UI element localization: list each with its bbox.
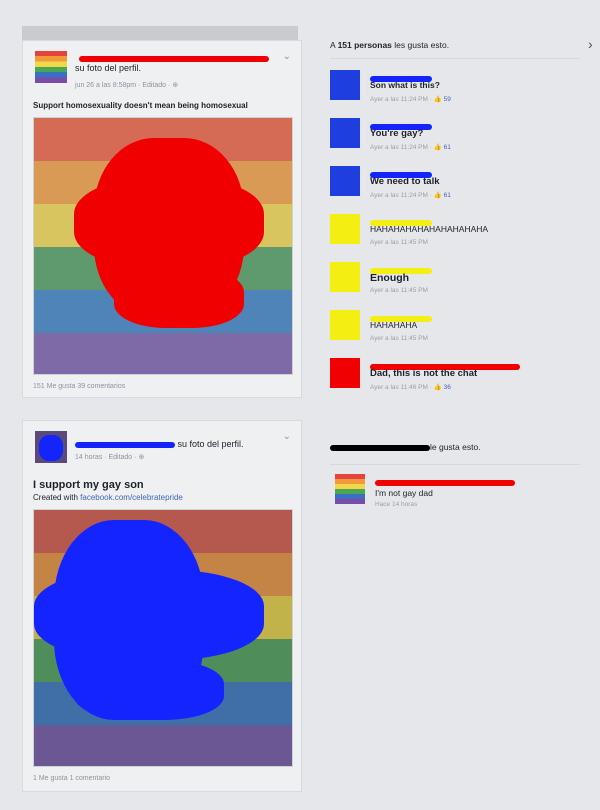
post-card-1: su foto del perfil. jun 26 a las 8:58pm …: [22, 40, 302, 398]
redaction-scribble: [34, 570, 264, 660]
redacted-name: [375, 479, 515, 486]
post-timestamp[interactable]: 14 horas · Editado ·: [75, 454, 136, 461]
redacted-name: [75, 441, 175, 448]
avatar[interactable]: [330, 166, 360, 196]
comment-meta: Ayer a las 11:24 PM · 👍 61: [370, 144, 451, 151]
avatar[interactable]: [330, 214, 360, 244]
avatar[interactable]: [330, 262, 360, 292]
redacted-name: [330, 444, 430, 451]
avatar[interactable]: [330, 310, 360, 340]
comment-item: Dad, this is not the chat Ayer a las 11:…: [330, 358, 580, 398]
thumbs-up-icon: 👍: [433, 96, 442, 103]
comment-item: Enough Ayer a las 11:45 PM: [330, 262, 580, 302]
profile-photo[interactable]: [33, 509, 293, 767]
comment-text: I'm not gay dad: [375, 488, 433, 498]
comment-item: I'm not gay dad Hace 14 horas: [335, 474, 585, 514]
post-timestamp[interactable]: jun 26 a las 8:58pm · Editado ·: [75, 82, 170, 89]
post-action-text: su foto del perfil.: [75, 63, 142, 73]
likes-summary[interactable]: le gusta esto.: [330, 442, 481, 452]
post-author-line: su foto del perfil.: [75, 53, 269, 73]
post-action-text: su foto del perfil.: [177, 439, 244, 449]
comment-item: HAHAHAHAHAHAHAHAHAHA Ayer a las 11:45 PM: [330, 214, 580, 254]
comment-item: HAHAHAHA Ayer a las 11:45 PM: [330, 310, 580, 350]
comment-text: Dad, this is not the chat: [370, 368, 478, 379]
divider: [330, 58, 580, 59]
comment-item: You're gay? Ayer a las 11:24 PM · 👍 61: [330, 118, 580, 158]
post-stats[interactable]: 151 Me gusta 39 comentarios: [33, 383, 125, 390]
celebratepride-link[interactable]: facebook.com/celebratepride: [80, 493, 183, 502]
redacted-name: [79, 55, 269, 62]
post-meta: 14 horas · Editado · ⊕: [75, 453, 144, 461]
chevron-down-icon[interactable]: ⌄: [283, 431, 291, 442]
chevron-right-icon[interactable]: ›: [588, 36, 593, 52]
post-stats[interactable]: 1 Me gusta 1 comentario: [33, 775, 110, 782]
redaction-scribble: [74, 660, 224, 720]
comment-text: Enough: [370, 272, 410, 284]
comment-meta: Hace 14 horas: [375, 501, 418, 508]
post-card-2: su foto del perfil. 14 horas · Editado ·…: [22, 420, 302, 792]
comment-meta: Ayer a las 11:46 PM · 👍 36: [370, 384, 451, 391]
chevron-down-icon[interactable]: ⌄: [283, 51, 291, 62]
post-header: su foto del perfil. 14 horas · Editado ·…: [35, 431, 291, 471]
post-message: I support my gay son: [33, 479, 144, 491]
avatar[interactable]: [35, 431, 67, 463]
post-header: su foto del perfil. jun 26 a las 8:58pm …: [35, 51, 291, 91]
comment-item: We need to talk Ayer a las 11:24 PM · 👍 …: [330, 166, 580, 206]
thumbs-up-icon: 👍: [433, 144, 442, 151]
divider: [330, 464, 580, 465]
comment-meta: Ayer a las 11:24 PM · 👍 59: [370, 96, 451, 103]
post-message: Support homosexuality doesn't mean being…: [33, 101, 248, 110]
comment-text: HAHAHAHAHAHAHAHAHAHA: [370, 224, 489, 234]
comment-text: HAHAHAHA: [370, 320, 418, 330]
created-with-line: Created with facebook.com/celebratepride: [33, 493, 183, 502]
avatar[interactable]: [35, 51, 67, 83]
globe-icon: ⊕: [138, 454, 145, 461]
comment-meta: Ayer a las 11:45 PM: [370, 287, 428, 294]
avatar[interactable]: [330, 358, 360, 388]
comment-meta: Ayer a las 11:45 PM: [370, 335, 428, 342]
likes-summary[interactable]: A 151 personas les gusta esto.: [330, 40, 449, 50]
comment-text: Son what is this?: [370, 80, 440, 90]
avatar[interactable]: [335, 474, 365, 504]
comment-meta: Ayer a las 11:45 PM: [370, 239, 428, 246]
comment-text: We need to talk: [370, 176, 440, 187]
avatar[interactable]: [330, 118, 360, 148]
comment-text: You're gay?: [370, 128, 424, 139]
post-author-line: su foto del perfil.: [75, 439, 244, 449]
thumbs-up-icon: 👍: [433, 192, 442, 199]
post-meta: jun 26 a las 8:58pm · Editado · ⊕: [75, 81, 178, 89]
comment-meta: Ayer a las 11:24 PM · 👍 61: [370, 192, 451, 199]
comment-item: Son what is this? Ayer a las 11:24 PM · …: [330, 70, 580, 110]
avatar[interactable]: [330, 70, 360, 100]
profile-photo[interactable]: [33, 117, 293, 375]
redaction-scribble: [74, 178, 264, 268]
top-bar: [22, 26, 298, 40]
redaction-scribble: [114, 268, 244, 328]
globe-icon: ⊕: [172, 82, 179, 89]
thumbs-up-icon: 👍: [433, 384, 442, 391]
